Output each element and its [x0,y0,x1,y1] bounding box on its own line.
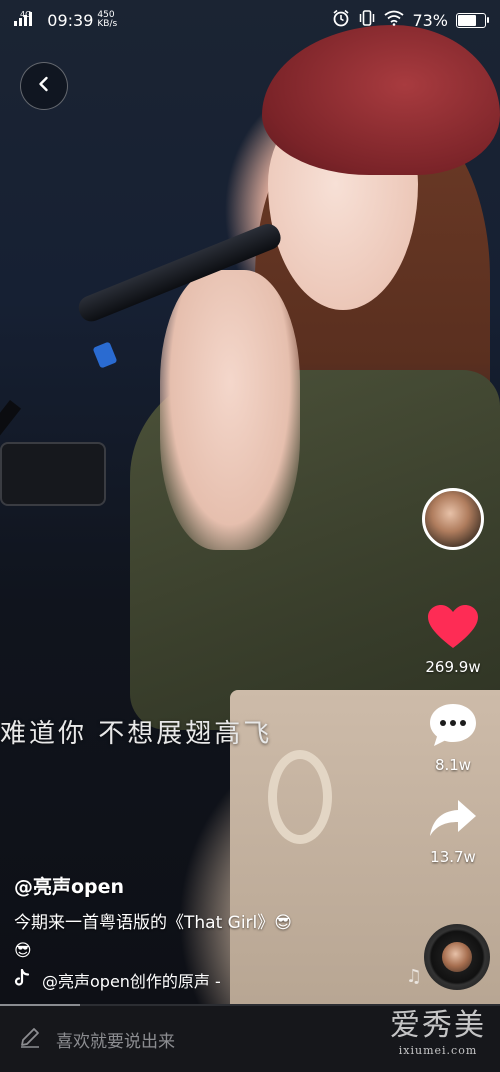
like-action[interactable]: 269.9w [425,604,481,676]
chevron-left-icon [35,75,53,97]
clock: 09:39 [47,10,94,30]
comment-count: 8.1w [434,756,472,774]
mic-logo-plate [0,442,106,506]
lyric-subtitle: 难道你 不想展翅高飞 [0,719,273,749]
description-line-2: 😎 [14,941,32,961]
back-button[interactable] [20,62,68,110]
site-watermark: 爱秀美 ixiumei.com [390,1008,486,1057]
share-action[interactable]: 13.7w [428,798,478,866]
net-speed: 450 KB/s [97,11,117,29]
comment-input[interactable]: 喜欢就要说出来 [56,1027,175,1052]
like-count: 269.9w [425,658,481,676]
watermark-logo-text: 爱秀美 [390,1008,486,1043]
comment-icon[interactable] [428,702,478,752]
wifi-icon [384,10,404,30]
battery-percent: 73% [412,10,448,30]
battery-fill [458,14,476,26]
share-arrow-icon[interactable] [428,798,478,844]
network-type: 4G [20,9,32,19]
music-disc-cover [442,942,472,972]
pencil-icon [18,1025,42,1053]
vibrate-icon [358,9,376,31]
music-disc[interactable] [424,924,490,990]
battery-icon [456,12,489,28]
singer-hat [262,25,500,175]
music-row[interactable]: @亮声open创作的原声 - [14,968,221,992]
status-left: 4G 09:39 450 KB/s [14,9,117,30]
status-right: 73% [332,9,489,31]
author-name[interactable]: @亮声open [14,872,414,899]
post-info: @亮声open 今期来一首粤语版的《That Girl》😎 😎 [14,872,414,965]
post-description: 今期来一首粤语版的《That Girl》😎 😎 [14,909,414,965]
heart-icon[interactable] [427,604,479,654]
tiktok-logo-icon [14,968,30,991]
side-actions: 269.9w 8.1w 13.7w [416,488,490,866]
singer-hands [160,270,300,550]
status-bar: 4G 09:39 450 KB/s 73% [0,0,500,40]
belt-ring [268,750,332,844]
alarm-icon [332,9,350,31]
author-avatar[interactable] [422,488,484,550]
music-note-icon: ♫ [405,966,422,987]
comment-action[interactable]: 8.1w [428,702,478,774]
music-title: @亮声open创作的原声 - [42,972,221,991]
share-count: 13.7w [430,848,476,866]
microphone-ring [92,341,118,369]
watermark-url: ixiumei.com [398,1044,478,1057]
net-speed-unit: KB/s [97,19,118,29]
description-line-1: 今期来一首粤语版的《That Girl》😎 [14,913,292,933]
